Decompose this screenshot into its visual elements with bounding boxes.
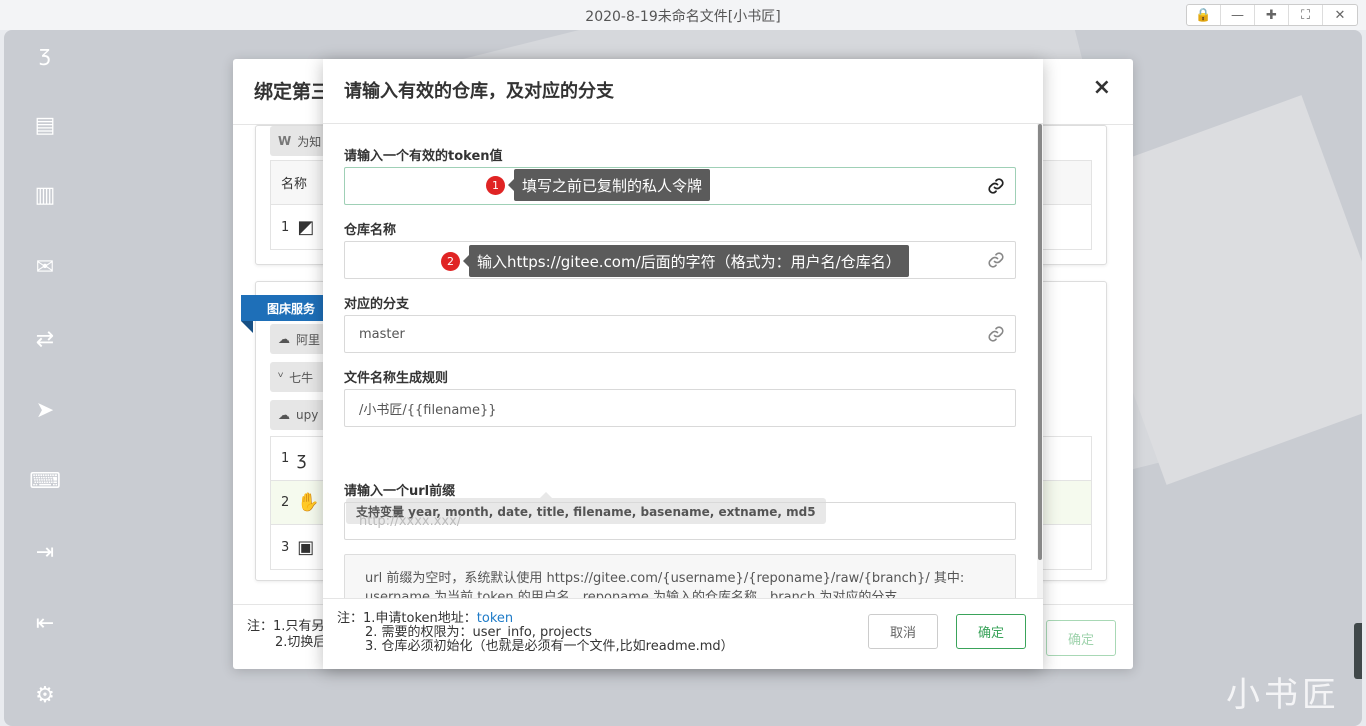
dialog-title: 绑定第三 [254,81,331,103]
url-prefix-label: 请输入一个url前缀 [344,484,456,499]
settings-icon[interactable]: ⚙ [30,680,60,710]
window-controls: 🔒 — ✚ ⛶ ✕ [1186,4,1358,26]
link-icon [988,252,1004,268]
send-icon[interactable]: ➤ [30,395,60,425]
minimize-icon[interactable]: — [1221,5,1255,25]
branch-input[interactable]: master [344,315,1016,353]
dialog-title: 请输入有效的仓库，及对应的分支 [344,81,614,102]
qiniu-icon: ⱽ [278,370,284,384]
callout-number: 1 [486,175,505,195]
close-icon[interactable]: × [1093,75,1111,100]
documents-icon[interactable]: ▤ [30,110,60,140]
confirm-button[interactable]: 确定 [956,614,1026,649]
dialog-footer: 注：1.申请token地址：token 2. 需要的权限为：user_info,… [323,598,1043,669]
close-icon[interactable]: ✕ [1323,5,1357,25]
url-prefix-info: url 前缀为空时，系统默认使用 https://gitee.com/{user… [344,554,1016,598]
maximize-icon[interactable]: ✚ [1255,5,1289,25]
image-service-ribbon: 图床服务 [241,295,325,321]
dialog-header: 请输入有效的仓库，及对应的分支 [323,59,1043,124]
branch-label: 对应的分支 [344,297,410,312]
link-icon [988,178,1004,194]
sidebar: ⳅ ▤ ▥ ✉ ⇄ ➤ ⌨ ⇥ ⇤ ⚙ [4,30,90,726]
logout-icon[interactable]: ⇥ [30,537,60,567]
hand-icon: ✋ [297,492,320,513]
edge-handle[interactable] [1354,623,1362,679]
callout-text: 填写之前已复制的私人令牌 [507,169,711,201]
scrollbar-thumb[interactable] [1038,124,1042,560]
window-title: 2020-8-19未命名文件[小书匠] [585,9,781,25]
lock-icon[interactable]: 🔒 [1187,5,1221,25]
login-icon[interactable]: ⇤ [30,608,60,638]
mail-icon[interactable]: ✉ [30,252,60,282]
keyboard-icon[interactable]: ⌨ [29,466,61,496]
fullscreen-icon[interactable]: ⛶ [1289,5,1323,25]
logo-icon: ⳅ [297,448,307,470]
token-link[interactable]: token [477,611,513,626]
cloud-icon: ☁ [278,408,290,422]
title-bar: 2020-8-19未命名文件[小书匠] 🔒 — ✚ ⛶ ✕ [0,0,1366,30]
callout-repo: 2 输入https://gitee.com/后面的字符（格式为：用户名/仓库名） [441,245,909,277]
notebook-icon: ◩ [297,216,315,238]
url-prefix-input[interactable]: http://xxxx.xxx/ [344,502,1016,540]
callout-text: 输入https://gitee.com/后面的字符（格式为：用户名/仓库名） [463,245,909,277]
brand-watermark: 小书匠 [1226,675,1340,715]
files-icon[interactable]: ▥ [30,180,60,210]
cloud-icon: ☁ [278,332,290,346]
frame-icon: ▣ [297,536,315,558]
wiz-icon: W [278,134,292,148]
repo-label: 仓库名称 [344,223,397,238]
callout-token: 1 填写之前已复制的私人令牌 [486,169,711,201]
filename-rule-label: 文件名称生成规则 [344,371,449,386]
token-label: 请输入一个有效的token值 [344,149,503,164]
gitee-repo-dialog: 请输入有效的仓库，及对应的分支 请输入一个有效的token值 仓库名称 对应的分… [323,59,1043,669]
sync-icon[interactable]: ⇄ [30,324,60,354]
footer-notes: 注：1.申请token地址：token 2. 需要的权限为：user_info,… [337,611,734,654]
link-icon [988,326,1004,342]
footer-note: 注：1.只有另 2.切换后 [247,619,327,650]
cancel-button[interactable]: 取消 [868,614,938,649]
logo-icon[interactable]: ⳅ [30,38,60,68]
callout-number: 2 [441,251,460,271]
filename-rule-input[interactable]: /小书匠/{{filename}} [344,389,1016,427]
confirm-button[interactable]: 确定 [1046,620,1116,656]
